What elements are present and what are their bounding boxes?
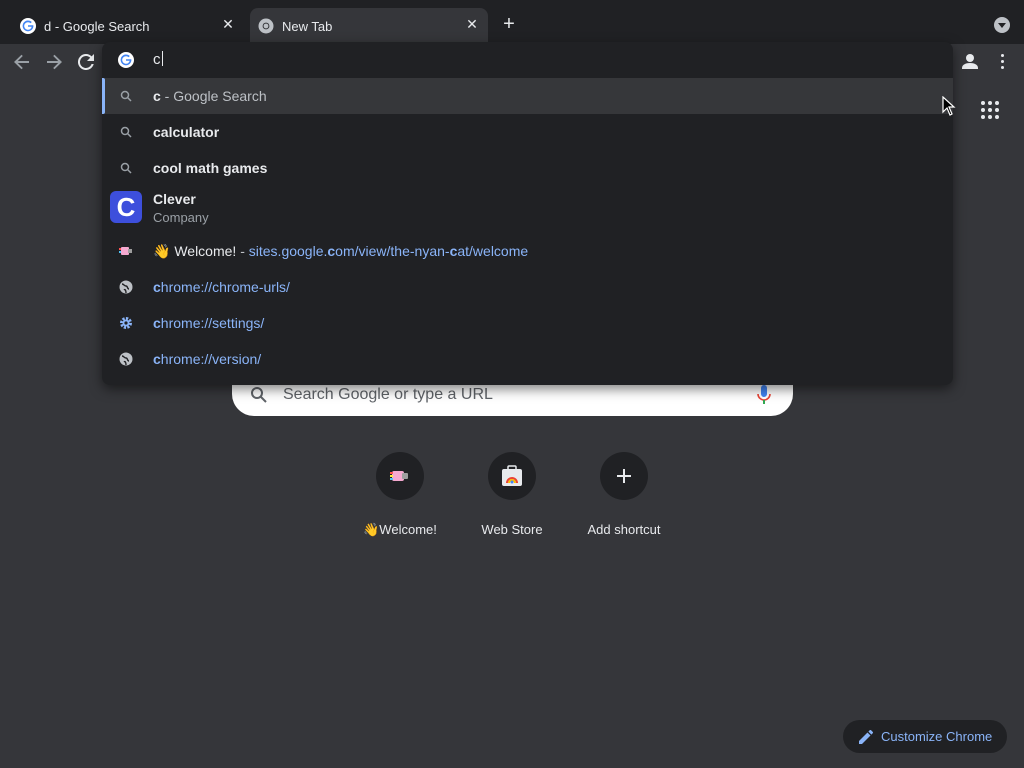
suggestion-text: - Google Search bbox=[160, 88, 267, 104]
profile-icon bbox=[962, 54, 978, 69]
url-part: hrome://version/ bbox=[160, 351, 262, 367]
mouse-cursor-icon bbox=[942, 96, 956, 116]
suggestion-item[interactable]: chrome://settings/ bbox=[102, 305, 953, 341]
entity-subtitle: Company bbox=[153, 210, 209, 225]
suggestion-match: c bbox=[153, 88, 161, 104]
tab-google-search[interactable]: d - Google Search ✕ bbox=[12, 8, 244, 44]
chrome-icon bbox=[258, 18, 274, 34]
reload-button[interactable] bbox=[73, 49, 99, 75]
forward-arrow-icon bbox=[47, 54, 62, 70]
entity-title: Clever bbox=[153, 191, 196, 207]
suggestion-title: Welcome! bbox=[170, 243, 237, 259]
search-icon bbox=[251, 387, 267, 403]
back-button[interactable] bbox=[9, 49, 35, 75]
shortcut-label: Web Store bbox=[481, 522, 543, 537]
new-tab-button[interactable]: + bbox=[498, 14, 520, 36]
search-icon bbox=[118, 124, 134, 140]
clever-logo-icon: C bbox=[110, 191, 142, 223]
suggestion-item[interactable]: 👋 Welcome! - sites.google.com/view/the-n… bbox=[102, 233, 953, 269]
suggestion-text: cool math games bbox=[153, 160, 268, 176]
shortcut-label: 👋Welcome! bbox=[363, 522, 437, 537]
tab-strip: d - Google Search ✕ New Tab ✕ + bbox=[0, 0, 1024, 44]
suggestion-item[interactable]: calculator bbox=[102, 114, 953, 150]
google-g-icon bbox=[20, 18, 36, 34]
tab-new-tab[interactable]: New Tab ✕ bbox=[250, 8, 488, 44]
shortcut-tile bbox=[488, 452, 536, 500]
forward-button[interactable] bbox=[41, 49, 67, 75]
shortcut-web-store[interactable]: Web Store bbox=[456, 450, 568, 537]
emoji-wave-icon: 👋 bbox=[153, 243, 171, 259]
shortcut-label: Add shortcut bbox=[587, 522, 661, 537]
google-apps-icon[interactable] bbox=[981, 101, 999, 119]
tab-title: d - Google Search bbox=[44, 18, 150, 34]
search-icon bbox=[118, 160, 134, 176]
suggestion-item[interactable]: c - Google Search bbox=[102, 78, 953, 114]
menu-dot-icon bbox=[1000, 59, 1004, 63]
pencil-icon bbox=[859, 729, 873, 744]
shortcut-welcome[interactable]: 👋Welcome! bbox=[344, 450, 456, 538]
close-tab-icon[interactable]: ✕ bbox=[220, 16, 236, 32]
globe-icon bbox=[118, 351, 134, 367]
back-arrow-icon bbox=[14, 54, 29, 70]
url-match: c bbox=[153, 315, 161, 331]
suggestion-separator: - bbox=[236, 243, 249, 259]
suggestion-item[interactable]: cool math games bbox=[102, 150, 953, 186]
search-icon bbox=[118, 88, 134, 104]
web-store-icon bbox=[502, 465, 522, 486]
google-g-icon bbox=[118, 52, 134, 68]
chrome-menu-button[interactable] bbox=[992, 50, 1012, 72]
customize-label: Customize Chrome bbox=[881, 729, 993, 744]
url-part: hrome://chrome-urls/ bbox=[160, 279, 290, 295]
menu-dot-icon bbox=[1000, 65, 1004, 69]
suggestion-item[interactable]: chrome://chrome-urls/ bbox=[102, 269, 953, 305]
url-match: c bbox=[153, 351, 161, 367]
url-part: om/view/the-nyan- bbox=[335, 243, 450, 259]
suggestion-entity[interactable]: C Clever Company bbox=[102, 186, 953, 230]
search-placeholder: Search Google or type a URL bbox=[283, 386, 493, 403]
suggestion-text: calculator bbox=[153, 124, 220, 140]
reload-icon bbox=[78, 54, 94, 70]
settings-icon bbox=[118, 315, 134, 331]
menu-dot-icon bbox=[1000, 53, 1004, 57]
shortcut-tile bbox=[600, 452, 648, 500]
shortcut-tile bbox=[376, 452, 424, 500]
url-part: sites.google. bbox=[248, 243, 328, 259]
url-part: at/welcome bbox=[457, 243, 529, 259]
add-shortcut-button[interactable]: Add shortcut bbox=[568, 450, 680, 537]
tab-search-icon[interactable] bbox=[994, 17, 1010, 33]
profile-button[interactable] bbox=[957, 48, 983, 74]
tab-title: New Tab bbox=[282, 18, 333, 34]
address-bar[interactable]: c bbox=[102, 42, 953, 78]
nyan-cat-icon bbox=[390, 471, 408, 481]
microphone-icon[interactable] bbox=[757, 385, 771, 405]
url-match: c bbox=[153, 279, 161, 295]
close-tab-icon[interactable]: ✕ bbox=[464, 16, 480, 32]
url-match: c bbox=[327, 243, 336, 259]
suggestion-item[interactable]: chrome://version/ bbox=[102, 341, 953, 377]
address-bar-input[interactable]: c bbox=[153, 51, 163, 68]
nyan-cat-icon bbox=[118, 243, 134, 259]
omnibox-popup: c c - Google Search calculator cool math… bbox=[102, 42, 953, 385]
plus-icon bbox=[617, 469, 631, 483]
globe-icon bbox=[118, 279, 134, 295]
url-part: hrome://settings/ bbox=[160, 315, 265, 331]
customize-chrome-button[interactable]: Customize Chrome bbox=[843, 720, 1007, 753]
